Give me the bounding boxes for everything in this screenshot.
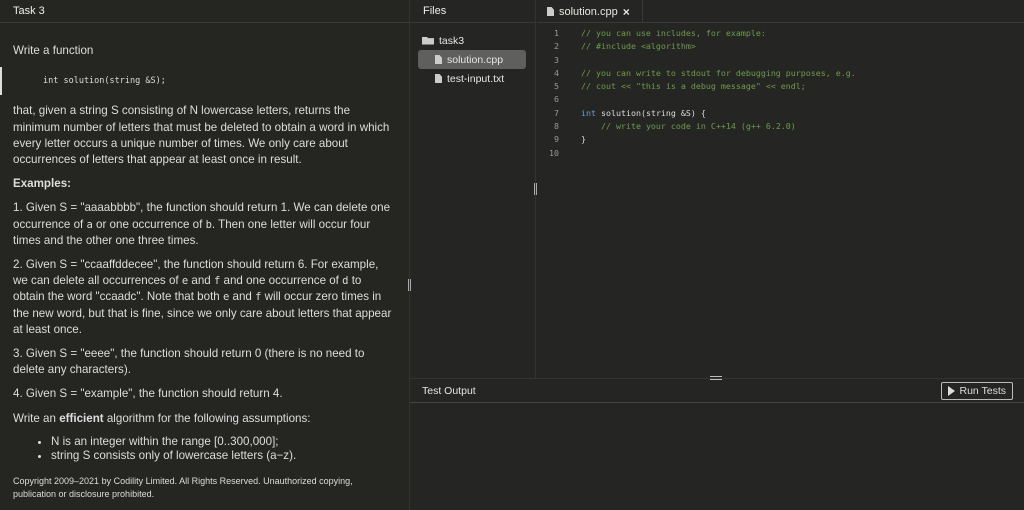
code-editor[interactable]: solution.cpp × 1// you can use includes, … [537, 0, 1024, 378]
code-line[interactable]: 9} [537, 133, 1024, 146]
test-output-title: Test Output [422, 384, 476, 397]
code-line[interactable]: 2// #include <algorithm> [537, 40, 1024, 53]
assumption-item: string S consists only of lowercase lett… [51, 449, 396, 463]
assumption-item: N is an integer within the range [0..300… [51, 435, 396, 449]
folder-task3[interactable]: task3 [410, 31, 535, 50]
code-line[interactable]: 6 [537, 93, 1024, 106]
code-line[interactable]: 1// you can use includes, for example: [537, 27, 1024, 40]
code-line[interactable]: 3 [537, 54, 1024, 67]
example-1: 1. Given S = "aaaabbbb", the function sh… [13, 201, 391, 247]
file-icon [435, 55, 442, 64]
code-area[interactable]: 1// you can use includes, for example: 2/… [537, 23, 1024, 160]
intro-text: Write a function [13, 44, 94, 57]
task-description: Write a function int solution(string &S)… [0, 23, 409, 502]
file-icon [547, 7, 554, 16]
files-title: Files [410, 0, 535, 23]
tab-solution-cpp[interactable]: solution.cpp × [537, 0, 643, 23]
close-icon[interactable]: × [623, 5, 630, 19]
file-icon [435, 74, 442, 83]
task-panel: Task 3 Write a function int solution(str… [0, 0, 410, 510]
efficiency-note: Write an efficient algorithm for the fol… [13, 411, 311, 425]
code-line[interactable]: 8 // write your code in C++14 (g++ 6.2.0… [537, 120, 1024, 133]
examples-heading: Examples: [13, 177, 71, 191]
file-solution-cpp[interactable]: solution.cpp [418, 50, 526, 69]
code-line[interactable]: 5// cout << "this is a debug message" <<… [537, 80, 1024, 93]
example-2: 2. Given S = "ccaaffddecee", the functio… [13, 258, 392, 336]
problem-statement: that, given a string S consisting of N l… [13, 104, 390, 167]
folder-icon [422, 36, 434, 45]
example-4: 4. Given S = "example", the function sho… [13, 387, 283, 401]
assumptions-list: N is an integer within the range [0..300… [51, 435, 396, 463]
test-output-panel: Test Output Run Tests [410, 376, 1024, 510]
code-line[interactable]: 10 [537, 147, 1024, 160]
function-signature: int solution(string &S); [0, 67, 396, 96]
code-line[interactable]: 7 int solution(string &S) { [537, 107, 1024, 120]
copyright: Copyright 2009–2021 by Codility Limited.… [13, 475, 353, 500]
file-test-input[interactable]: test-input.txt [410, 69, 535, 88]
resize-grip-icon[interactable] [710, 376, 722, 380]
files-panel: Files task3 solution.cpp test-input.txt [410, 0, 536, 378]
run-tests-button[interactable]: Run Tests [940, 381, 1013, 400]
example-3: 3. Given S = "eeee", the function should… [13, 347, 365, 377]
play-icon [947, 385, 955, 396]
task-title: Task 3 [0, 0, 409, 23]
code-line[interactable]: 4// you can write to stdout for debuggin… [537, 67, 1024, 80]
